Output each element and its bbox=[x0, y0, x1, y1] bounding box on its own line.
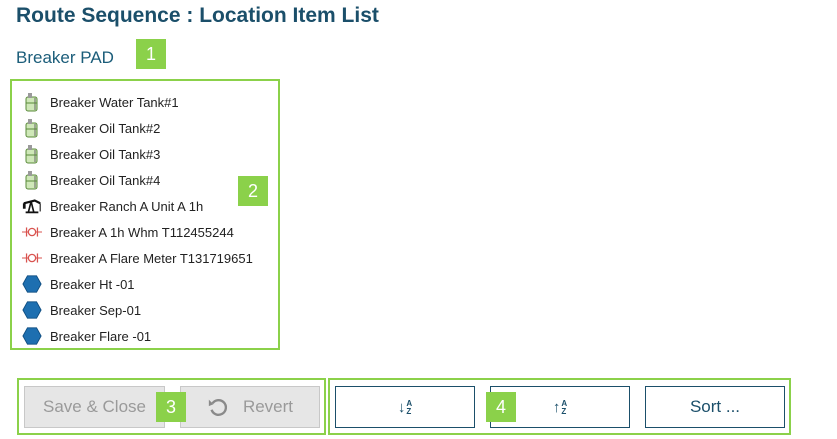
list-item-label: Breaker Sep-01 bbox=[50, 302, 142, 318]
sort-descending-icon: ↑ A Z bbox=[552, 398, 568, 416]
hexagon-icon bbox=[22, 326, 42, 346]
list-item[interactable]: Breaker Sep-01 bbox=[22, 297, 253, 323]
list-item-label: Breaker Flare -01 bbox=[50, 328, 152, 344]
save-close-label: Save & Close bbox=[43, 397, 146, 416]
revert-button[interactable]: Revert bbox=[180, 386, 320, 428]
list-item[interactable]: Breaker A 1h Whm T112455244 bbox=[22, 219, 253, 245]
location-item-list: Breaker Water Tank#1 Breaker Oil Tank#2 Br… bbox=[10, 79, 280, 350]
location-name: Breaker PAD bbox=[16, 48, 114, 67]
callout-3: 3 bbox=[156, 392, 186, 422]
pumpjack-icon bbox=[22, 196, 42, 216]
revert-icon bbox=[207, 396, 229, 418]
list-item-label: Breaker Oil Tank#3 bbox=[50, 146, 161, 162]
tank-icon bbox=[22, 170, 42, 190]
save-close-button[interactable]: Save & Close bbox=[24, 386, 165, 428]
list-item[interactable]: Breaker A Flare Meter T131719651 bbox=[22, 245, 253, 271]
list-item[interactable]: Breaker Water Tank#1 bbox=[22, 89, 253, 115]
list-item-label: Breaker Oil Tank#4 bbox=[50, 172, 161, 188]
sort-options-label: Sort ... bbox=[689, 397, 741, 416]
meter-icon bbox=[22, 248, 42, 268]
list-item[interactable]: Breaker Oil Tank#4 bbox=[22, 167, 253, 193]
list-item[interactable]: Breaker Ranch A Unit A 1h bbox=[22, 193, 253, 219]
callout-1: 1 bbox=[136, 39, 166, 69]
callout-4: 4 bbox=[486, 392, 516, 422]
tank-icon bbox=[22, 92, 42, 112]
sort-ascending-icon: ↓ A Z bbox=[397, 398, 413, 416]
tank-icon bbox=[22, 118, 42, 138]
hexagon-icon bbox=[22, 300, 42, 320]
list-item-label: Breaker Oil Tank#2 bbox=[50, 120, 161, 136]
list-item-label: Breaker Ht -01 bbox=[50, 276, 135, 292]
list-item[interactable]: Breaker Oil Tank#3 bbox=[22, 141, 253, 167]
list-item-label: Breaker Ranch A Unit A 1h bbox=[50, 198, 204, 214]
callout-2: 2 bbox=[238, 176, 268, 206]
list-item-label: Breaker Water Tank#1 bbox=[50, 94, 179, 110]
list-item[interactable]: Breaker Ht -01 bbox=[22, 271, 253, 297]
meter-icon bbox=[22, 222, 42, 242]
list-item[interactable]: Breaker Flare -01 bbox=[22, 323, 253, 349]
sort-options-button[interactable]: Sort ... bbox=[645, 386, 785, 428]
sort-ascending-button[interactable]: ↓ A Z bbox=[335, 386, 475, 428]
page-title: Route Sequence : Location Item List bbox=[16, 4, 379, 27]
revert-label: Revert bbox=[242, 397, 294, 416]
list-item-label: Breaker A Flare Meter T131719651 bbox=[50, 250, 253, 266]
hexagon-icon bbox=[22, 274, 42, 294]
list-item[interactable]: Breaker Oil Tank#2 bbox=[22, 115, 253, 141]
tank-icon bbox=[22, 144, 42, 164]
list-item-label: Breaker A 1h Whm T112455244 bbox=[50, 224, 234, 240]
